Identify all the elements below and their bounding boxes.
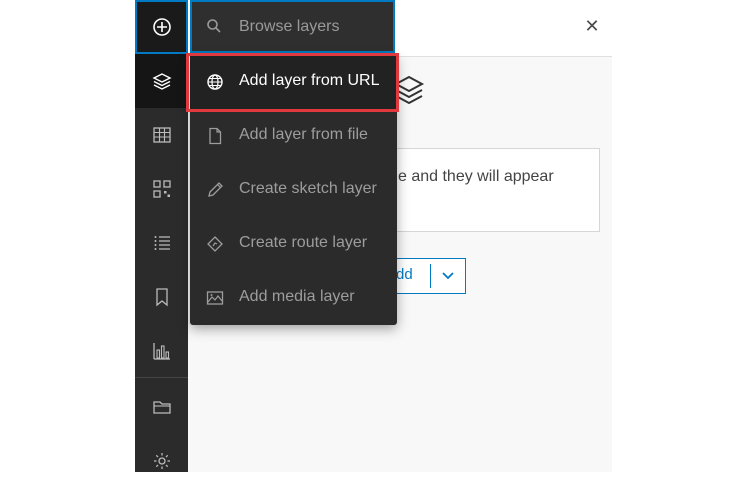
bookmark-tool-button[interactable] — [135, 270, 188, 324]
menu-item-create-route-layer[interactable]: Create route layer — [190, 217, 397, 271]
folder-tool-button[interactable] — [135, 380, 188, 434]
add-button-label[interactable]: dd — [396, 266, 413, 283]
empty-state-text: e and they will appear — [398, 168, 554, 185]
qr-icon — [152, 180, 171, 198]
add-icon — [152, 18, 171, 36]
add-tool-button[interactable] — [135, 0, 188, 54]
folder-icon — [152, 401, 171, 414]
menu-item-label: Create sketch layer — [239, 180, 377, 197]
chart-tool-button[interactable] — [135, 324, 188, 378]
pencil-icon — [208, 182, 223, 197]
bookmark-icon — [155, 288, 168, 307]
layers-icon — [151, 73, 172, 90]
route-icon — [207, 236, 223, 252]
chart-icon — [152, 343, 170, 360]
image-icon — [206, 291, 224, 305]
chevron-down-icon[interactable] — [441, 268, 455, 282]
toolbar-divider — [135, 377, 188, 378]
close-icon[interactable]: ✕ — [584, 17, 600, 35]
menu-item-add-media-layer[interactable]: Add media layer — [190, 271, 397, 325]
search-icon — [207, 19, 221, 33]
left-toolbar — [135, 0, 188, 472]
search-placeholder: Browse layers — [239, 18, 340, 35]
menu-item-add-layer-from-file[interactable]: Add layer from file — [190, 109, 397, 163]
highlight-annotation — [186, 53, 399, 112]
qr-tool-button[interactable] — [135, 162, 188, 216]
split-divider — [430, 264, 431, 288]
list-icon — [154, 236, 170, 250]
list-tool-button[interactable] — [135, 216, 188, 270]
table-icon — [152, 127, 171, 143]
settings-icon — [153, 453, 170, 469]
table-tool-button[interactable] — [135, 108, 188, 162]
layers-tool-button[interactable] — [135, 54, 188, 108]
menu-item-label: Add layer from file — [239, 126, 368, 143]
menu-item-create-sketch-layer[interactable]: Create sketch layer — [190, 163, 397, 217]
settings-tool-button[interactable] — [135, 434, 188, 488]
file-icon — [209, 127, 222, 145]
menu-item-label: Create route layer — [239, 234, 368, 251]
menu-item-label: Add media layer — [239, 288, 355, 305]
